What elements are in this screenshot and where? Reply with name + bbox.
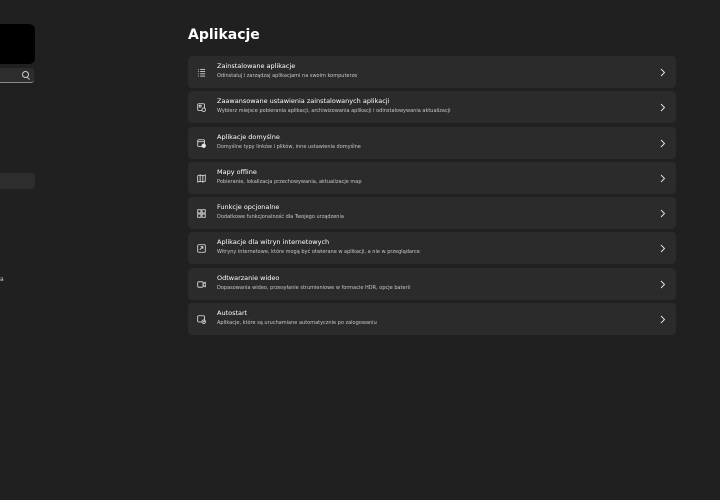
item-title: Aplikacje dla witryn internetowych: [217, 238, 330, 247]
video-playback-icon: [197, 280, 206, 289]
item-description: Aplikacje, które są uruchamiane automaty…: [217, 320, 377, 327]
item-title: Zaawansowane ustawienia zainstalowanych …: [217, 97, 390, 106]
item-default-apps[interactable]: Aplikacje domyślne Domyślne typy linków …: [188, 126, 676, 159]
item-description: Dodatkowe funkcjonalność dla Twojego urz…: [217, 214, 344, 221]
item-optional-features[interactable]: Funkcje opcjonalne Dodatkowe funkcjonaln…: [188, 197, 676, 230]
settings-list: Zainstalowane aplikacje Odinstaluj i zar…: [188, 56, 676, 338]
chevron-right-icon: [659, 174, 666, 183]
settings-search-input[interactable]: [0, 68, 34, 83]
item-title: Zainstalowane aplikacje: [217, 62, 296, 70]
item-offline-maps[interactable]: Mapy offline Pobieranie, lokalizacja prz…: [188, 161, 676, 194]
item-description: Wybierz miejsce pobierania aplikacji, ar…: [217, 108, 451, 115]
item-title: Mapy offline: [217, 167, 257, 176]
item-installed-apps[interactable]: Zainstalowane aplikacje Odinstaluj i zar…: [188, 56, 676, 88]
item-title: Autostart: [217, 309, 248, 318]
settings-window: a Aplikacje Zainstalowane aplikacje Odin…: [0, 0, 720, 500]
item-description: Dopasowania wideo, przesyłanie strumieni…: [217, 284, 411, 291]
item-apps-for-websites[interactable]: Aplikacje dla witryn internetowych Witry…: [188, 232, 676, 265]
account-avatar[interactable]: [0, 24, 35, 64]
item-title: Aplikacje domyślne: [217, 132, 280, 141]
apps-for-websites-icon: [197, 244, 206, 254]
item-startup[interactable]: Autostart Aplikacje, które są uruchamian…: [188, 303, 676, 336]
page-title: Aplikacje: [188, 27, 260, 43]
chevron-right-icon: [659, 280, 666, 289]
advanced-app-settings-icon: [197, 103, 206, 113]
nav-item-fragment[interactable]: a: [0, 276, 4, 283]
item-description: Witryny internetowe, które mogą być otwi…: [217, 249, 420, 256]
chevron-right-icon: [659, 244, 666, 253]
navigation-pane: a: [0, 0, 40, 500]
chevron-right-icon: [659, 315, 666, 324]
item-description: Odinstaluj i zarządzaj aplikacjami na sw…: [217, 73, 358, 79]
installed-apps-icon: [197, 68, 206, 77]
item-video-playback[interactable]: Odtwarzanie wideo Dopasowania wideo, prz…: [188, 267, 676, 300]
startup-icon: [197, 315, 206, 325]
chevron-right-icon: [659, 103, 666, 112]
offline-maps-icon: [197, 174, 206, 183]
search-icon[interactable]: [22, 71, 29, 78]
item-description: Pobieranie, lokalizacja przechowywania, …: [217, 178, 362, 185]
nav-item-selected[interactable]: [0, 173, 35, 189]
chevron-right-icon: [659, 68, 666, 77]
chevron-right-icon: [659, 139, 666, 148]
optional-features-icon: [197, 209, 206, 218]
item-advanced-app-settings[interactable]: Zaawansowane ustawienia zainstalowanych …: [188, 91, 676, 124]
item-title: Funkcje opcjonalne: [217, 203, 280, 212]
item-title: Odtwarzanie wideo: [217, 273, 280, 282]
item-description: Domyślne typy linków i plików, inne usta…: [217, 143, 361, 150]
chevron-right-icon: [659, 209, 666, 218]
default-apps-icon: [197, 138, 206, 148]
